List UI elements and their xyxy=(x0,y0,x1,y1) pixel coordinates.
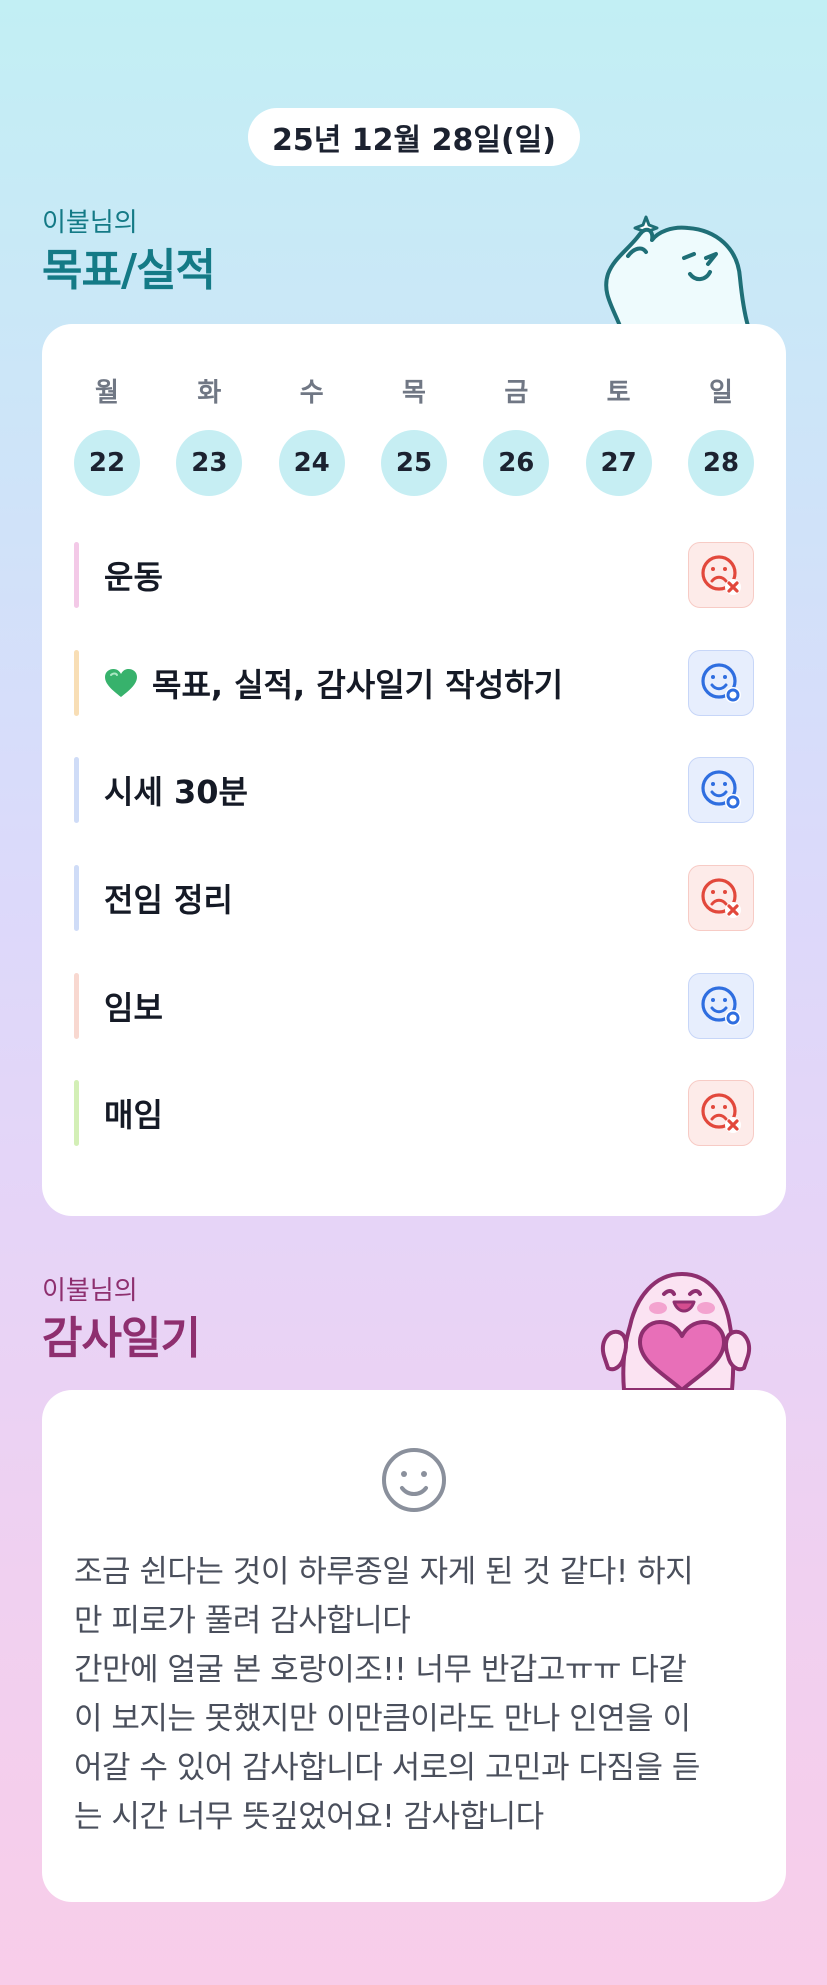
goal-accent-bar xyxy=(74,865,79,931)
diary-card: 조금 쉰다는 것이 하루종일 자게 된 것 같다! 하지 만 피로가 풀려 감사… xyxy=(42,1390,786,1902)
goals-card: 월 화 수 목 금 토 일 22 23 24 25 26 27 28 운동 목표… xyxy=(42,324,786,1216)
weekday-label: 화 xyxy=(197,378,222,408)
weekday-label: 일 xyxy=(709,378,733,408)
goal-accent-bar xyxy=(74,542,79,608)
diary-section-title: 감사일기 xyxy=(42,1313,201,1364)
goal-row: 매임 xyxy=(74,1080,754,1148)
weekday-header: 월 화 수 목 금 토 일 xyxy=(74,372,754,409)
goal-label: 임보 xyxy=(104,989,163,1027)
goal-label: 매임 xyxy=(104,1096,163,1134)
date-circle[interactable]: 23 xyxy=(176,430,243,496)
smile-o-icon xyxy=(701,770,741,810)
green-heart-icon xyxy=(105,669,137,697)
goal-label: 운동 xyxy=(104,558,163,596)
weekday-label: 월 xyxy=(95,378,119,408)
date-header: 25년 12월 28일(일) xyxy=(248,108,580,166)
date-circle[interactable]: 24 xyxy=(278,430,345,496)
goal-accent-bar xyxy=(74,757,79,823)
goal-status-fail-button[interactable] xyxy=(688,1080,754,1146)
goal-label: 목표, 실적, 감사일기 작성하기 xyxy=(104,650,563,716)
smiley-face-icon xyxy=(382,1448,446,1512)
goal-row: 임보 xyxy=(74,973,754,1041)
goal-status-fail-button[interactable] xyxy=(688,865,754,931)
goal-label: 전임 정리 xyxy=(104,881,233,919)
sad-x-icon xyxy=(701,1093,741,1133)
goal-row: 목표, 실적, 감사일기 작성하기 xyxy=(74,650,754,718)
weekday-label: 목 xyxy=(402,378,426,408)
date-circle[interactable]: 27 xyxy=(585,430,652,496)
goal-accent-bar xyxy=(74,1080,79,1146)
date-circle[interactable]: 22 xyxy=(74,430,140,496)
weekday-label: 토 xyxy=(606,378,631,408)
date-circle[interactable]: 28 xyxy=(687,430,754,496)
weekday-label: 금 xyxy=(504,378,529,408)
goal-status-ok-button[interactable] xyxy=(688,650,754,716)
weekday-label: 수 xyxy=(299,378,324,408)
goal-label: 시세 30분 xyxy=(104,773,248,811)
smile-o-icon xyxy=(701,986,741,1026)
goal-row: 전임 정리 xyxy=(74,865,754,933)
week-dates: 22 23 24 25 26 27 28 xyxy=(74,430,754,496)
sad-x-icon xyxy=(701,555,741,595)
goal-status-fail-button[interactable] xyxy=(688,542,754,608)
goals-section-title: 목표/실적 xyxy=(42,245,216,296)
mascot-thumbs-up-icon xyxy=(604,215,750,326)
date-circle[interactable]: 26 xyxy=(483,430,550,496)
sad-x-icon xyxy=(701,878,741,918)
date-circle[interactable]: 25 xyxy=(380,430,447,496)
goal-row: 시세 30분 xyxy=(74,757,754,825)
goal-status-ok-button[interactable] xyxy=(688,973,754,1039)
goal-accent-bar xyxy=(74,973,79,1039)
goal-accent-bar xyxy=(74,650,79,716)
smile-o-icon xyxy=(701,663,741,703)
mascot-heart-icon xyxy=(601,1272,751,1390)
goal-status-ok-button[interactable] xyxy=(688,757,754,823)
diary-entry-text: 조금 쉰다는 것이 하루종일 자게 된 것 같다! 하지 만 피로가 풀려 감사… xyxy=(74,1554,700,1835)
goal-row: 운동 xyxy=(74,542,754,610)
